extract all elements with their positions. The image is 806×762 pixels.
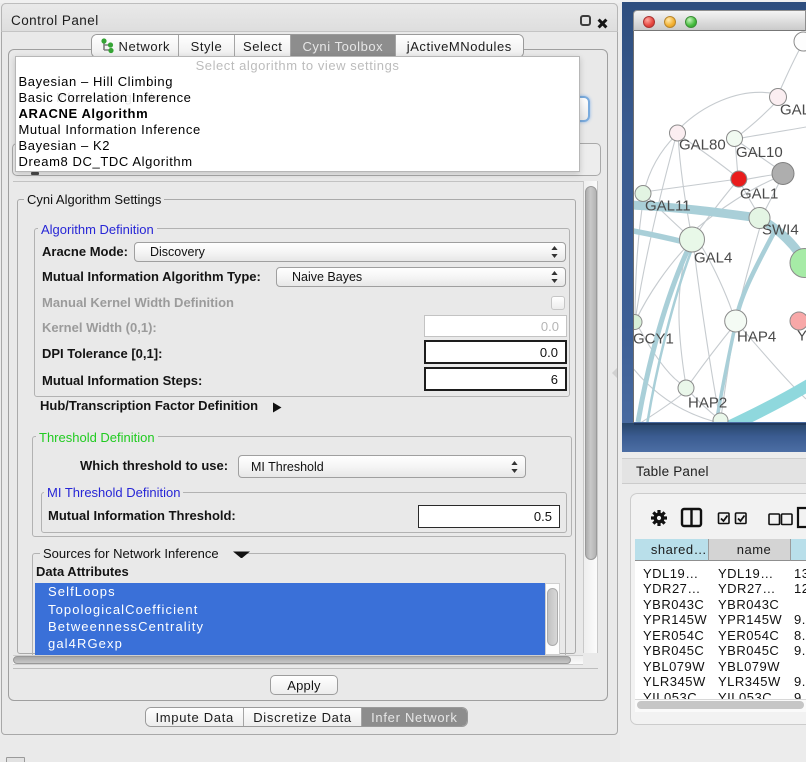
svg-text:GAL: GAL: [780, 102, 806, 119]
svg-text:GAL80: GAL80: [679, 137, 726, 154]
svg-text:Y: Y: [797, 328, 806, 345]
svg-text:HAP2: HAP2: [688, 395, 727, 412]
svg-text:GCY1: GCY1: [634, 331, 674, 348]
svg-text:GAL1: GAL1: [740, 186, 778, 203]
svg-text:HAP4: HAP4: [737, 329, 776, 346]
svg-text:SWI4: SWI4: [762, 222, 799, 239]
svg-text:GAL4: GAL4: [694, 250, 732, 267]
svg-text:GAL10: GAL10: [736, 144, 783, 161]
svg-text:GAL11: GAL11: [645, 198, 691, 215]
